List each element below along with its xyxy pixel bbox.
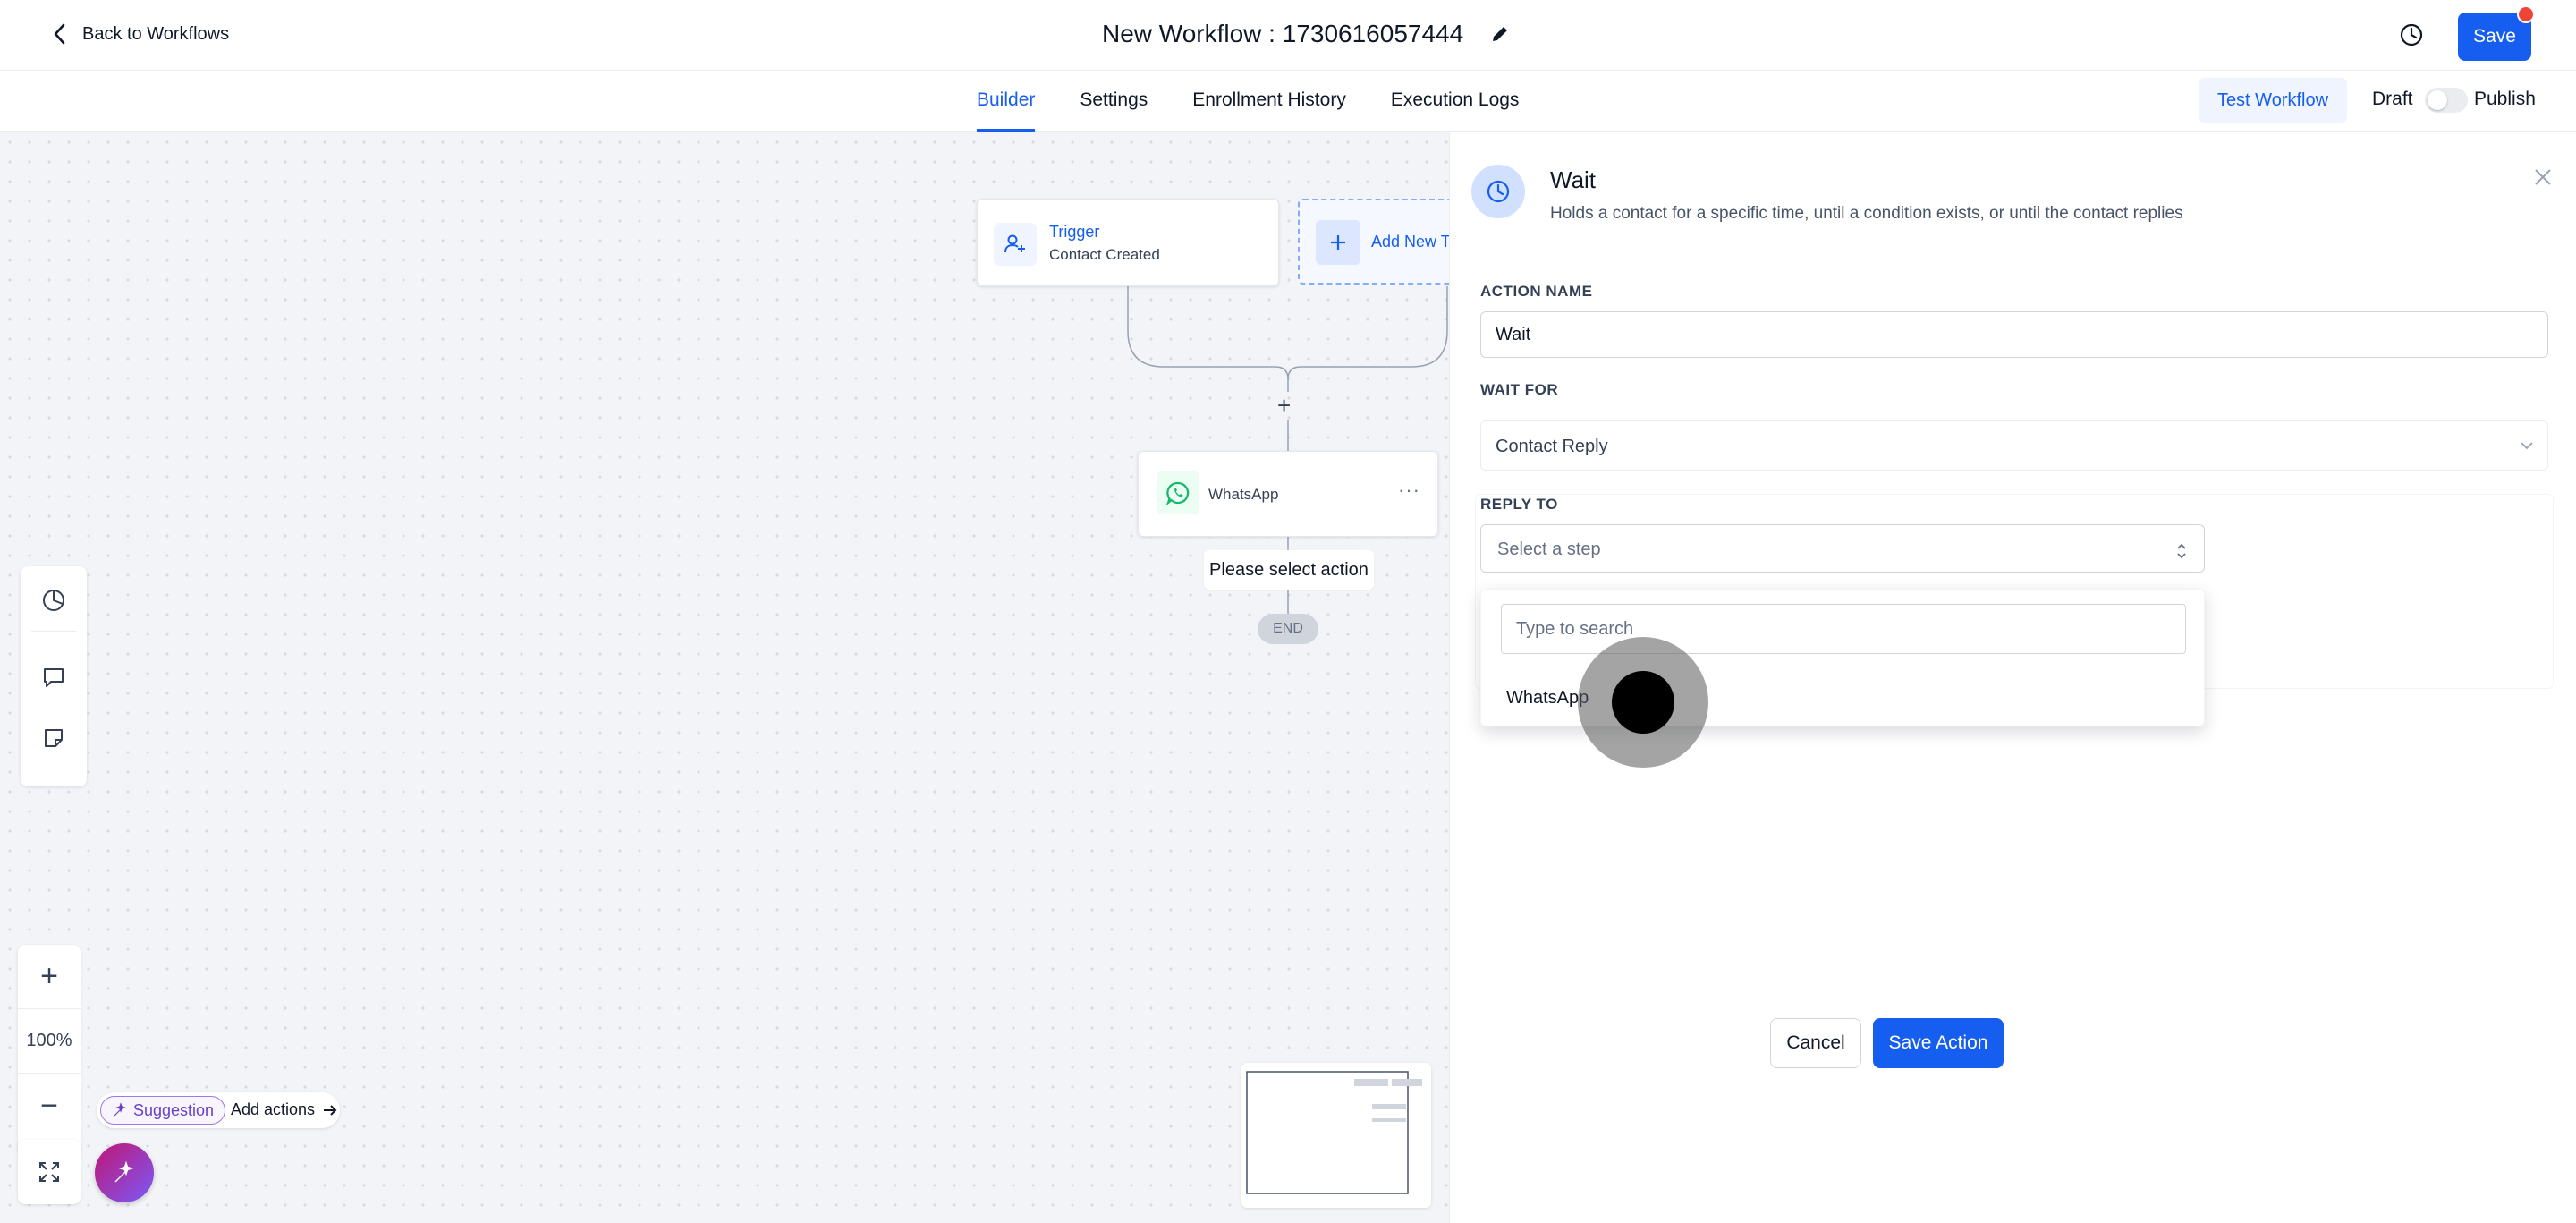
save-action-button[interactable]: Save Action — [1873, 1018, 2004, 1068]
tab-execution-logs[interactable]: Execution Logs — [1391, 71, 1520, 132]
reply-to-step-select[interactable]: Select a step — [1480, 524, 2205, 573]
whatsapp-action-node[interactable]: WhatsApp ··· — [1138, 451, 1438, 537]
wait-icon-badge — [1471, 165, 1525, 218]
trigger-node[interactable]: Trigger Contact Created — [977, 199, 1279, 286]
zoom-controls: + 100% − — [18, 945, 80, 1156]
plus-icon — [1331, 235, 1345, 250]
trigger-title: Trigger — [1049, 223, 1100, 241]
sparkle-icon — [114, 1102, 126, 1117]
tab-bar: Builder Settings Enrollment History Exec… — [0, 71, 2576, 132]
chevron-left-icon — [54, 23, 65, 45]
whatsapp-node-label: WhatsApp — [1208, 486, 1279, 503]
back-label: Back to Workflows — [82, 23, 230, 44]
ai-assistant-button[interactable] — [95, 1143, 154, 1202]
wait-for-select[interactable]: Contact Reply — [1480, 420, 2548, 471]
zoom-out-button[interactable]: − — [18, 1074, 80, 1138]
history-chart-icon[interactable] — [41, 588, 66, 613]
publish-toggle[interactable] — [2425, 88, 2468, 113]
whatsapp-icon-box — [1157, 471, 1199, 514]
sticky-note-icon[interactable] — [41, 726, 66, 751]
workflow-canvas[interactable]: Trigger Contact Created Add New Tr + Wha… — [0, 132, 1449, 1223]
workflow-tabs: Builder Settings Enrollment History Exec… — [977, 71, 1519, 132]
wait-for-label: WAIT FOR — [1480, 381, 1559, 398]
magic-wand-icon — [114, 1160, 134, 1183]
draft-label: Draft — [2372, 89, 2413, 109]
add-actions-label: Add actions — [231, 1100, 316, 1118]
zoom-in-button[interactable]: + — [18, 945, 80, 1009]
tab-enrollment-history[interactable]: Enrollment History — [1192, 71, 1346, 132]
canvas-tools-panel — [21, 566, 87, 786]
tab-settings[interactable]: Settings — [1080, 71, 1148, 132]
suggestion-bar: Suggestion Add actions — [97, 1092, 340, 1128]
more-options-icon[interactable]: ··· — [1398, 479, 1420, 502]
reply-to-placeholder: Select a step — [1497, 539, 1601, 559]
user-plus-icon — [1004, 234, 1025, 253]
add-trigger-icon-box — [1316, 220, 1360, 265]
clock-icon — [1487, 180, 1510, 203]
fit-view-button[interactable] — [18, 1140, 80, 1204]
add-step-plus-icon[interactable]: + — [1277, 392, 1291, 420]
back-to-workflows-link[interactable]: Back to Workflows — [50, 21, 229, 47]
drawer-title: Wait — [1550, 166, 1597, 193]
select-action-placeholder[interactable]: Please select action — [1204, 550, 1374, 590]
click-cursor-dot — [1612, 671, 1674, 734]
top-header: Back to Workflows New Workflow : 1730616… — [0, 0, 2576, 71]
expand-icon — [39, 1162, 59, 1182]
cancel-button[interactable]: Cancel — [1770, 1018, 1861, 1068]
step-search-input[interactable] — [1501, 604, 2186, 654]
minimap-preview — [1246, 1071, 1422, 1194]
publish-label: Publish — [2474, 89, 2536, 109]
canvas-minimap[interactable] — [1241, 1063, 1431, 1208]
arrow-right-icon — [324, 1104, 337, 1116]
action-name-label: ACTION NAME — [1480, 283, 1593, 300]
tab-builder[interactable]: Builder — [977, 71, 1036, 132]
add-trigger-label: Add New Tr — [1371, 233, 1449, 251]
drawer-description: Holds a contact for a specific time, unt… — [1550, 204, 2183, 223]
zoom-level: 100% — [18, 1009, 80, 1074]
suggestion-pill[interactable]: Suggestion — [100, 1096, 226, 1125]
whatsapp-icon — [1165, 481, 1190, 505]
step-option-whatsapp[interactable]: WhatsApp — [1506, 688, 1589, 709]
action-name-input[interactable] — [1480, 311, 2548, 358]
tools-divider — [31, 631, 76, 632]
version-history-icon[interactable] — [2397, 21, 2426, 49]
unsaved-indicator-dot — [2517, 5, 2535, 23]
up-down-chevron-icon — [2177, 543, 2186, 559]
edit-pencil-icon[interactable] — [1490, 24, 1510, 44]
suggestion-label: Suggestion — [133, 1100, 215, 1119]
comment-icon[interactable] — [41, 665, 66, 690]
connector-lines — [1127, 286, 1448, 614]
end-marker: END — [1258, 614, 1318, 644]
chevron-down-icon — [2521, 442, 2533, 450]
add-actions-link[interactable]: Add actions — [231, 1100, 338, 1119]
wait-for-value: Contact Reply — [1496, 437, 1608, 456]
add-new-trigger-node[interactable]: Add New Tr — [1298, 199, 1449, 285]
close-icon[interactable] — [2530, 165, 2555, 190]
test-workflow-button[interactable]: Test Workflow — [2199, 78, 2347, 123]
workflow-title: New Workflow : 1730616057444 — [1102, 20, 1510, 48]
trigger-icon-box — [994, 223, 1037, 266]
reply-to-label: REPLY TO — [1480, 496, 1558, 513]
trigger-subtitle: Contact Created — [1049, 246, 1160, 263]
workflow-title-text: New Workflow : 1730616057444 — [1102, 20, 1464, 47]
